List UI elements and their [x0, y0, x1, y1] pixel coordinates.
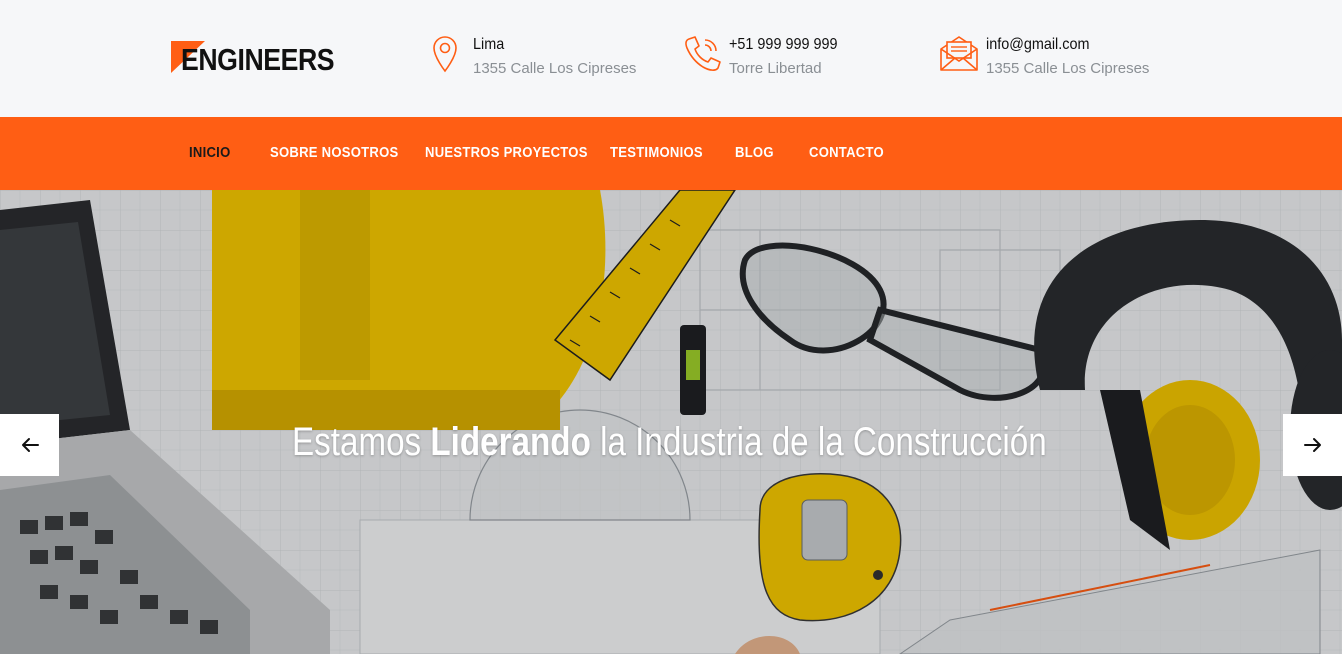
- arrow-left-icon: [21, 438, 39, 452]
- contact-location-subtitle: 1355 Calle Los Cipreses: [473, 60, 637, 77]
- nav-item-blog[interactable]: BLOG: [735, 145, 774, 161]
- nav-item-nuestros-proyectos[interactable]: NUESTROS PROYECTOS: [425, 145, 588, 161]
- nav-item-sobre-nosotros[interactable]: SOBRE NOSOTROS: [270, 145, 399, 161]
- logo-text: ENGINEERS: [181, 42, 335, 77]
- hero-slider: Estamos Liderando la Industria de la Con…: [0, 190, 1342, 654]
- hero-headline-post: la Industria de la Construcción: [590, 420, 1047, 464]
- slider-prev-button[interactable]: [0, 414, 59, 476]
- phone-icon: [685, 36, 721, 71]
- location-pin-icon: [433, 36, 457, 73]
- nav-item-testimonios[interactable]: TESTIMONIOS: [610, 145, 703, 161]
- contact-location: Lima 1355 Calle Los Cipreses: [430, 34, 650, 80]
- hero-headline: Estamos Liderando la Industria de la Con…: [292, 420, 1047, 465]
- contact-email-subtitle: 1355 Calle Los Cipreses: [986, 60, 1150, 77]
- mail-icon: [940, 36, 978, 71]
- arrow-right-icon: [1303, 438, 1321, 452]
- nav-item-inicio[interactable]: INICIO: [189, 145, 230, 161]
- slider-next-button[interactable]: [1283, 414, 1342, 476]
- contact-phone-subtitle: Torre Libertad: [729, 60, 822, 77]
- hero-headline-strong: Liderando: [430, 420, 591, 464]
- contact-email: info@gmail.com 1355 Calle Los Cipreses: [939, 34, 1179, 80]
- top-header: ENGINEERS Lima 1355 Calle Los Cipreses +…: [0, 0, 1342, 117]
- contact-phone: +51 999 999 999 Torre Libertad: [683, 34, 883, 80]
- contact-phone-title: +51 999 999 999: [729, 36, 838, 53]
- main-nav: INICIO SOBRE NOSOTROS NUESTROS PROYECTOS…: [0, 117, 1342, 190]
- contact-location-title: Lima: [473, 36, 505, 53]
- nav-item-contacto[interactable]: CONTACTO: [809, 145, 884, 161]
- contact-email-title[interactable]: info@gmail.com: [986, 36, 1089, 54]
- hero-headline-pre: Estamos: [292, 420, 431, 464]
